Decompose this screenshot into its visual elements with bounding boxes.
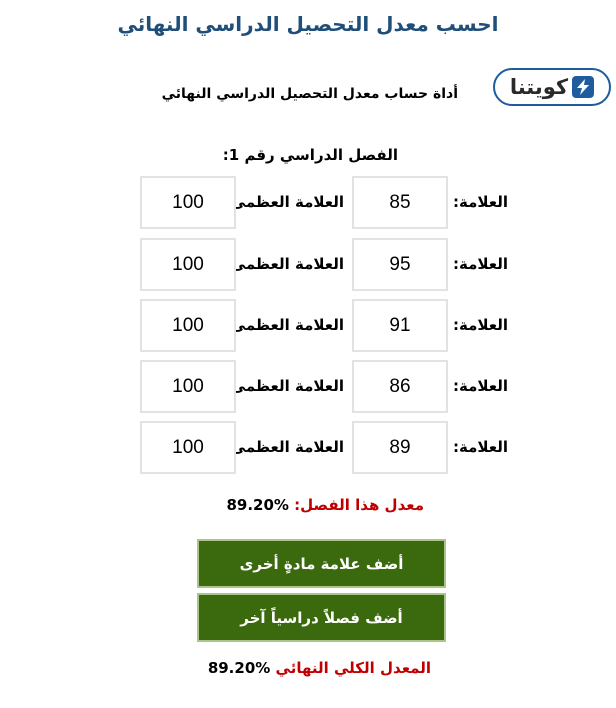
max-grade-input-1[interactable]	[140, 176, 236, 229]
grade-row-3: العلامة: العلامة العظمى:	[0, 299, 616, 355]
grade-label: العلامة:	[452, 438, 508, 456]
max-grade-input-4[interactable]	[140, 360, 236, 413]
final-average: المعدل الكلي النهائي %89.20	[208, 659, 431, 677]
add-subject-grade-button[interactable]: أضف علامة مادةٍ أخرى	[197, 539, 446, 588]
add-term-button[interactable]: أضف فصلاً دراسياً آخر	[197, 593, 446, 642]
max-grade-label: العلامة العظمى:	[224, 193, 344, 211]
max-grade-label: العلامة العظمى:	[224, 438, 344, 456]
max-grade-input-2[interactable]	[140, 238, 236, 291]
grade-label: العلامة:	[452, 255, 508, 273]
term-average-label: معدل هذا الفصل:	[294, 496, 424, 514]
term-average-value: %89.20	[226, 496, 289, 514]
max-grade-label: العلامة العظمى:	[224, 316, 344, 334]
grade-input-4[interactable]	[352, 360, 448, 413]
grade-label: العلامة:	[452, 377, 508, 395]
grade-input-3[interactable]	[352, 299, 448, 352]
kuwaitna-logo[interactable]: كويتنا	[493, 68, 611, 106]
max-grade-input-3[interactable]	[140, 299, 236, 352]
grade-input-5[interactable]	[352, 421, 448, 474]
grade-input-2[interactable]	[352, 238, 448, 291]
grade-input-1[interactable]	[352, 176, 448, 229]
term-heading: الفصل الدراسي رقم 1:	[222, 146, 398, 164]
grade-label: العلامة:	[452, 316, 508, 334]
final-average-value: %89.20	[207, 659, 271, 677]
final-average-label: المعدل الكلي النهائي	[275, 659, 431, 677]
grade-label: العلامة:	[452, 193, 508, 211]
max-grade-input-5[interactable]	[140, 421, 236, 474]
max-grade-label: العلامة العظمى:	[224, 255, 344, 273]
page-title: احسب معدل التحصيل الدراسي النهائي	[117, 12, 499, 36]
grade-row-1: العلامة: العلامة العظمى:	[0, 176, 616, 232]
term-average: معدل هذا الفصل: %89.20	[226, 496, 424, 514]
grade-row-2: العلامة: العلامة العظمى:	[0, 238, 616, 294]
grade-row-4: العلامة: العلامة العظمى:	[0, 360, 616, 416]
grade-row-5: العلامة: العلامة العظمى:	[0, 421, 616, 477]
lightning-bolt-icon	[572, 76, 595, 98]
max-grade-label: العلامة العظمى:	[224, 377, 344, 395]
logo-text: كويتنا	[509, 74, 569, 99]
tool-title: أداة حساب معدل التحصيل الدراسي النهائي	[161, 86, 458, 102]
